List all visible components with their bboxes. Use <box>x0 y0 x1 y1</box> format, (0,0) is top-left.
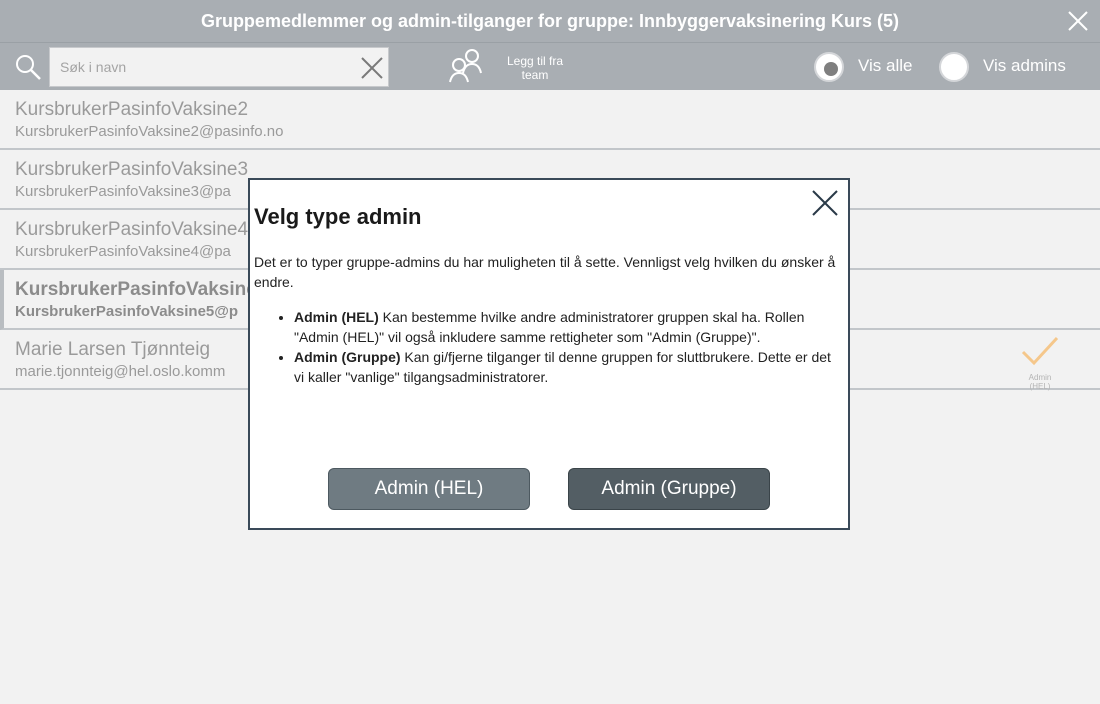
radio-dot <box>824 62 838 76</box>
search-input[interactable] <box>60 48 360 86</box>
admin-type-dialog: Velg type admin Det er to typer gruppe-a… <box>248 178 850 530</box>
add-from-team-label: Legg til fra team <box>506 54 564 82</box>
admin-hel-button[interactable]: Admin (HEL) <box>328 468 530 510</box>
list-item: Admin (Gruppe) Kan gi/fjerne tilganger t… <box>294 347 842 387</box>
dialog-intro: Det er to typer gruppe-admins du har mul… <box>254 254 836 290</box>
member-email: KursbrukerPasinfoVaksine5@p <box>15 303 239 320</box>
radio-show-all-label: Vis alle <box>858 56 913 75</box>
add-from-team-button[interactable]: Legg til fra team <box>446 47 576 89</box>
search-box <box>49 47 389 87</box>
close-icon[interactable] <box>810 188 840 218</box>
list-item: Admin (HEL) Kan bestemme hvilke andre ad… <box>294 307 842 347</box>
dialog-title: Velg type admin <box>254 204 422 229</box>
member-name: Marie Larsen Tjønnteig <box>15 339 211 360</box>
member-email: KursbrukerPasinfoVaksine3@pa <box>15 183 231 200</box>
member-name: KursbrukerPasinfoVaksine2 <box>15 99 249 120</box>
member-name: KursbrukerPasinfoVaksine4 <box>15 219 249 240</box>
radio-circle <box>939 52 969 82</box>
close-icon[interactable] <box>1066 9 1090 33</box>
admin-type-list: Admin (HEL) Kan bestemme hvilke andre ad… <box>294 307 842 387</box>
member-name: KursbrukerPasinfoVaksine3 <box>15 159 249 180</box>
member-email: marie.tjonnteig@hel.oslo.komm <box>15 363 226 380</box>
radio-circle <box>814 52 844 82</box>
admin-type-term: Admin (Gruppe) <box>294 349 401 365</box>
search-icon <box>16 55 41 80</box>
member-email: KursbrukerPasinfoVaksine2@pasinfo.no <box>15 123 284 140</box>
admin-badge-label: Admin (HEL) <box>1028 373 1052 391</box>
member-name: KursbrukerPasinfoVaksine <box>15 279 257 300</box>
checkmark-icon <box>1021 336 1059 366</box>
admin-gruppe-button[interactable]: Admin (Gruppe) <box>568 468 770 510</box>
radio-show-admins-label: Vis admins <box>983 56 1066 75</box>
window-title: Gruppemedlemmer og admin-tilganger for g… <box>200 11 900 31</box>
list-item[interactable]: KursbrukerPasinfoVaksine2 KursbrukerPasi… <box>0 90 1100 150</box>
admin-type-term: Admin (HEL) <box>294 309 379 325</box>
toolbar: Legg til fra team Vis alle Vis admins <box>0 42 1100 90</box>
title-bar: Gruppemedlemmer og admin-tilganger for g… <box>0 0 1100 42</box>
clear-icon[interactable] <box>360 56 384 80</box>
member-email: KursbrukerPasinfoVaksine4@pa <box>15 243 231 260</box>
admin-badge[interactable]: Admin (HEL) <box>1018 334 1062 391</box>
people-add-icon <box>449 49 482 83</box>
